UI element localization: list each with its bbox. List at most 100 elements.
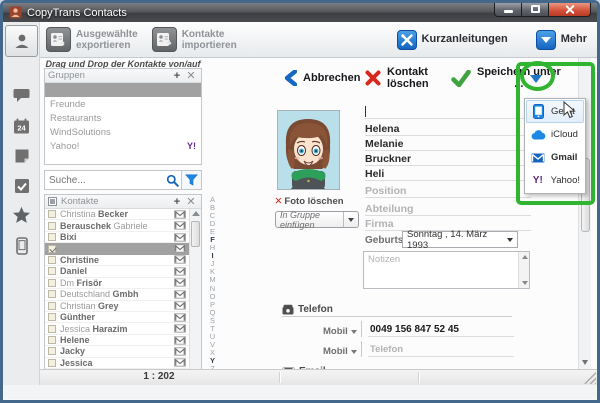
contact-checkbox[interactable] <box>48 324 56 333</box>
contact-row[interactable]: Jessica Harazim <box>45 323 189 335</box>
add-group-button[interactable]: + <box>170 70 184 82</box>
filter-button[interactable] <box>181 171 201 189</box>
contact-row[interactable]: Jessica <box>45 358 189 370</box>
group-label: Freunde <box>50 98 86 110</box>
gmail-icon <box>174 210 186 219</box>
contact-checkbox[interactable] <box>48 278 56 287</box>
contact-checkbox[interactable] <box>48 347 56 356</box>
sidebar-item-calendar[interactable]: 24 <box>3 118 40 135</box>
select-all-checkbox[interactable] <box>48 197 57 206</box>
chevron-left-icon <box>284 70 297 86</box>
add-contact-button[interactable]: + <box>170 196 184 208</box>
contacts-title: Kontakte <box>61 196 99 207</box>
funnel-icon <box>185 174 198 186</box>
sidebar-item-contacts[interactable] <box>5 25 38 57</box>
contact-row[interactable]: Daniel <box>45 266 189 278</box>
contact-checkbox[interactable] <box>48 210 56 219</box>
export-contacts-icon <box>46 27 71 52</box>
sidebar-item-favorites[interactable] <box>3 206 40 224</box>
contact-checkbox[interactable] <box>48 336 56 345</box>
sidebar-item-device[interactable] <box>3 237 40 255</box>
contact-row[interactable]: Berauschek Gabriele <box>45 220 189 232</box>
export-selected-button[interactable]: Ausgewählte exportieren <box>46 27 138 52</box>
alphabet-index[interactable]: ABCDEFHIJKMNOPQSTUVXYZ# <box>207 195 218 381</box>
gmail-icon <box>174 290 186 299</box>
cancel-label: Abbrechen <box>303 72 361 84</box>
notes-textarea[interactable]: Notizen <box>363 251 530 289</box>
search-icon[interactable] <box>163 171 181 189</box>
sidebar-item-notes[interactable] <box>3 148 40 164</box>
annotation-circle <box>520 61 555 91</box>
contact-row[interactable]: Bixi <box>45 232 189 244</box>
gmail-icon <box>174 347 186 356</box>
delete-contact-action[interactable]: Kontakt löschen <box>365 66 429 90</box>
group-row[interactable]: Freunde <box>45 97 201 111</box>
contact-checkbox[interactable] <box>48 221 56 230</box>
add-to-group-dropdown[interactable]: In Gruppe einfügen <box>275 210 359 230</box>
search-input[interactable] <box>45 171 163 189</box>
sidebar-item-tasks[interactable] <box>3 178 40 194</box>
menu-item-icloud[interactable]: iCloud <box>526 123 584 146</box>
contact-checkbox[interactable] <box>48 313 56 322</box>
position-field[interactable]: Position <box>365 183 531 198</box>
contact-photo[interactable] <box>277 110 340 190</box>
scroll-down-icon <box>582 360 588 365</box>
contact-row[interactable]: Helene <box>45 335 189 347</box>
more-button[interactable]: Mehr <box>535 29 587 50</box>
contact-row[interactable]: Dm Frisör <box>45 278 189 290</box>
red-x-icon <box>365 70 381 86</box>
shortcuts-button[interactable]: Kurzanleitungen <box>396 29 508 50</box>
group-row[interactable] <box>45 83 201 97</box>
menu-item-gmail[interactable]: Gmail <box>526 146 584 169</box>
gmail-icon <box>174 358 186 368</box>
contacts-scroll-thumb[interactable] <box>191 221 200 247</box>
gmail-icon <box>174 278 186 287</box>
yahoo-icon: Y! <box>532 175 543 186</box>
contact-checkbox[interactable] <box>48 267 56 276</box>
group-row[interactable]: Yahoo! Y! <box>45 139 201 153</box>
maximize-button[interactable] <box>522 3 549 17</box>
phone-number-field[interactable]: Telefon <box>368 344 514 357</box>
yahoo-icon: Y! <box>187 141 196 151</box>
more-label: Mehr <box>560 33 587 45</box>
resize-grip[interactable] <box>584 372 596 384</box>
sidebar-item-messages[interactable] <box>3 88 40 103</box>
window-title: CopyTrans Contacts <box>27 6 127 19</box>
contact-row[interactable]: Günther <box>45 312 189 324</box>
contact-checkbox[interactable] <box>48 290 56 299</box>
close-button[interactable] <box>549 3 591 17</box>
phone-type-dropdown[interactable]: Mobil <box>323 346 361 357</box>
contact-checkbox[interactable] <box>48 301 56 310</box>
contact-checkbox[interactable] <box>48 244 56 253</box>
mouse-cursor <box>563 100 576 124</box>
contact-row[interactable]: Deutschland Gmbh <box>45 289 189 301</box>
notes-scrollbar[interactable] <box>518 252 529 288</box>
import-contacts-button[interactable]: Kontakte importieren <box>151 27 237 52</box>
delete-group-button[interactable]: ✕ <box>184 70 198 82</box>
group-row[interactable]: Restaurants <box>45 111 201 125</box>
delete-contact-label: Kontakt löschen <box>387 66 429 90</box>
contact-row[interactable]: Christine <box>45 255 189 267</box>
group-row[interactable]: WindSolutions <box>45 125 201 139</box>
minimize-button[interactable] <box>494 3 522 17</box>
department-field[interactable]: Abteilung <box>365 201 531 216</box>
contact-checkbox[interactable] <box>48 233 56 242</box>
contact-checkbox[interactable] <box>48 255 56 264</box>
menu-item-yahoo[interactable]: Y! Yahoo! <box>526 169 584 192</box>
scroll-down-icon <box>521 281 528 285</box>
contact-row[interactable] <box>45 243 189 255</box>
delete-contact-button[interactable]: ✕ <box>184 196 198 208</box>
contact-checkbox[interactable] <box>48 358 56 367</box>
birthday-dropdown[interactable]: Sonntag , 14. März 1993 <box>402 229 518 251</box>
phone-number-field[interactable]: 0049 156 847 52 45 <box>368 324 514 337</box>
cancel-button[interactable]: Abbrechen <box>284 70 360 86</box>
groups-panel: Gruppen + ✕ Freunde Restaurants WindSoluti… <box>44 68 202 165</box>
contact-row[interactable]: Christina Becker <box>45 209 189 221</box>
delete-photo-button[interactable]: ✕ Foto löschen <box>263 196 355 207</box>
contacts-scrollbar[interactable] <box>189 209 201 379</box>
icloud-icon <box>531 129 545 140</box>
phone-type-dropdown[interactable]: Mobil <box>323 326 361 337</box>
svg-text:24: 24 <box>17 124 26 133</box>
contact-row[interactable]: Christian Grey <box>45 301 189 312</box>
contact-row[interactable]: Jacky <box>45 346 189 358</box>
